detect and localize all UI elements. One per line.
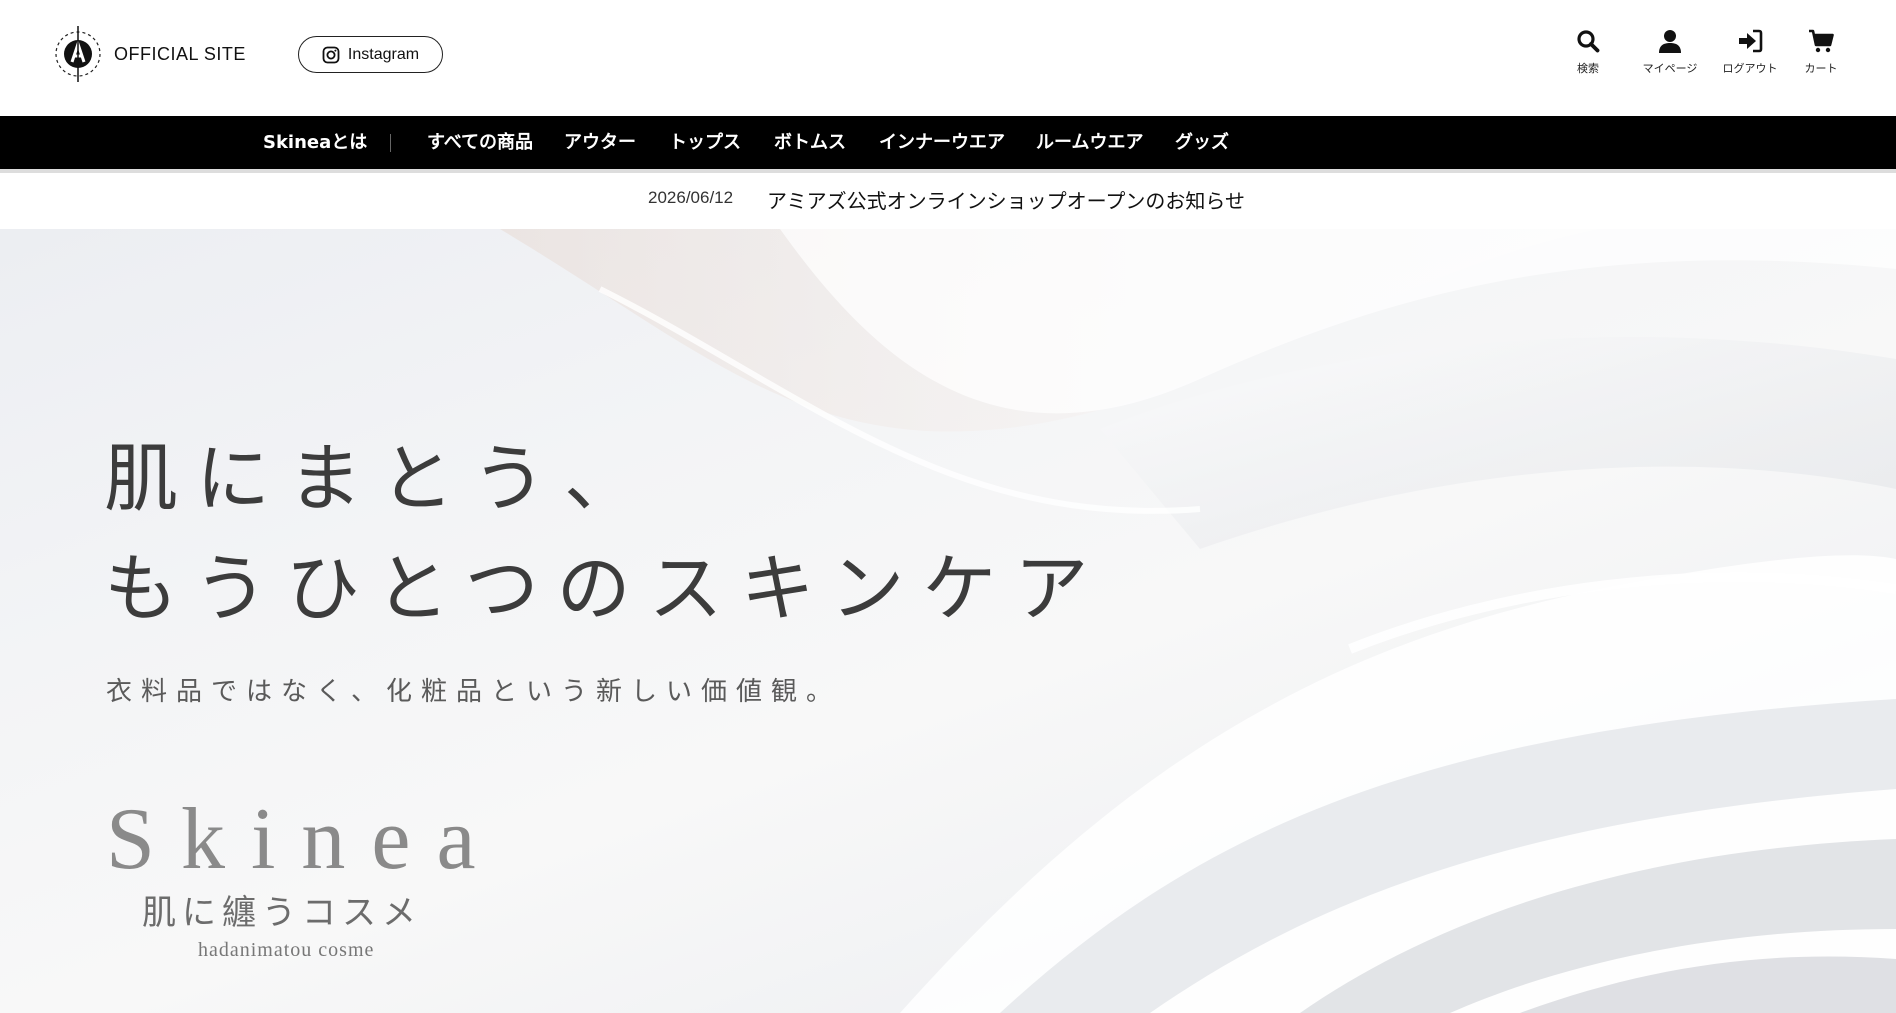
nav-item-bottoms[interactable]: ボトムス	[774, 116, 846, 169]
nav-item-outer[interactable]: アウター	[564, 116, 636, 169]
nav-item-goods[interactable]: グッズ	[1175, 116, 1229, 169]
logout-label: ログアウト	[1722, 62, 1778, 75]
user-icon	[1659, 30, 1681, 53]
nav-item-roomwear[interactable]: ルームウエア	[1036, 116, 1143, 169]
instagram-icon	[322, 46, 340, 63]
hero-subheadline: 衣料品ではなく、化粧品という新しい価値観。	[106, 677, 842, 707]
news-bar: 2026/06/12 アミアズ公式オンラインショップオープンのお知らせ	[0, 169, 1896, 229]
mypage-button[interactable]: マイページ	[1625, 28, 1715, 76]
mypage-label: マイページ	[1642, 62, 1698, 75]
news-title-link[interactable]: アミアズ公式オンラインショップオープンのお知らせ	[767, 185, 1245, 214]
brand-tagline-jp: 肌に纏うコスメ	[142, 893, 422, 933]
brand-logo-text: Skinea	[106, 791, 502, 888]
search-button[interactable]: 検索	[1543, 28, 1633, 76]
site-header: OFFICIAL SITE Instagram 検索 マイページ ログアウト カ…	[0, 0, 1896, 116]
logout-icon	[1739, 29, 1763, 53]
search-icon	[1577, 30, 1600, 53]
cart-button[interactable]: カート	[1776, 28, 1866, 76]
nav-item-tops[interactable]: トップス	[669, 116, 741, 169]
search-label: 検索	[1577, 62, 1599, 75]
nav-item-about[interactable]: Skineaとは	[263, 116, 367, 169]
news-date: 2026/06/12	[648, 188, 734, 207]
logo-mark	[55, 26, 101, 82]
instagram-label: Instagram	[347, 45, 420, 63]
hero-headline-line2: もうひとつのスキンケア	[104, 546, 1107, 632]
cart-label: カート	[1804, 62, 1838, 75]
hero-headline-line1: 肌にまとう、	[104, 436, 656, 522]
logo-text: OFFICIAL SITE	[114, 43, 246, 64]
main-nav: Skineaとは すべての商品 アウター トップス ボトムス インナーウエア ル…	[0, 116, 1896, 169]
nav-divider	[390, 134, 391, 152]
nav-list: Skineaとは すべての商品 アウター トップス ボトムス インナーウエア ル…	[0, 116, 1896, 169]
cart-icon	[1809, 29, 1834, 53]
instagram-button[interactable]: Instagram	[298, 36, 443, 73]
site-logo[interactable]: OFFICIAL SITE	[50, 24, 246, 84]
brand-tagline-en: hadanimatou cosme	[198, 939, 375, 961]
nav-item-innerwear[interactable]: インナーウエア	[879, 116, 1005, 169]
hero-banner: 肌にまとう、 もうひとつのスキンケア 衣料品ではなく、化粧品という新しい価値観。…	[0, 229, 1896, 1013]
nav-item-all-products[interactable]: すべての商品	[427, 116, 533, 169]
